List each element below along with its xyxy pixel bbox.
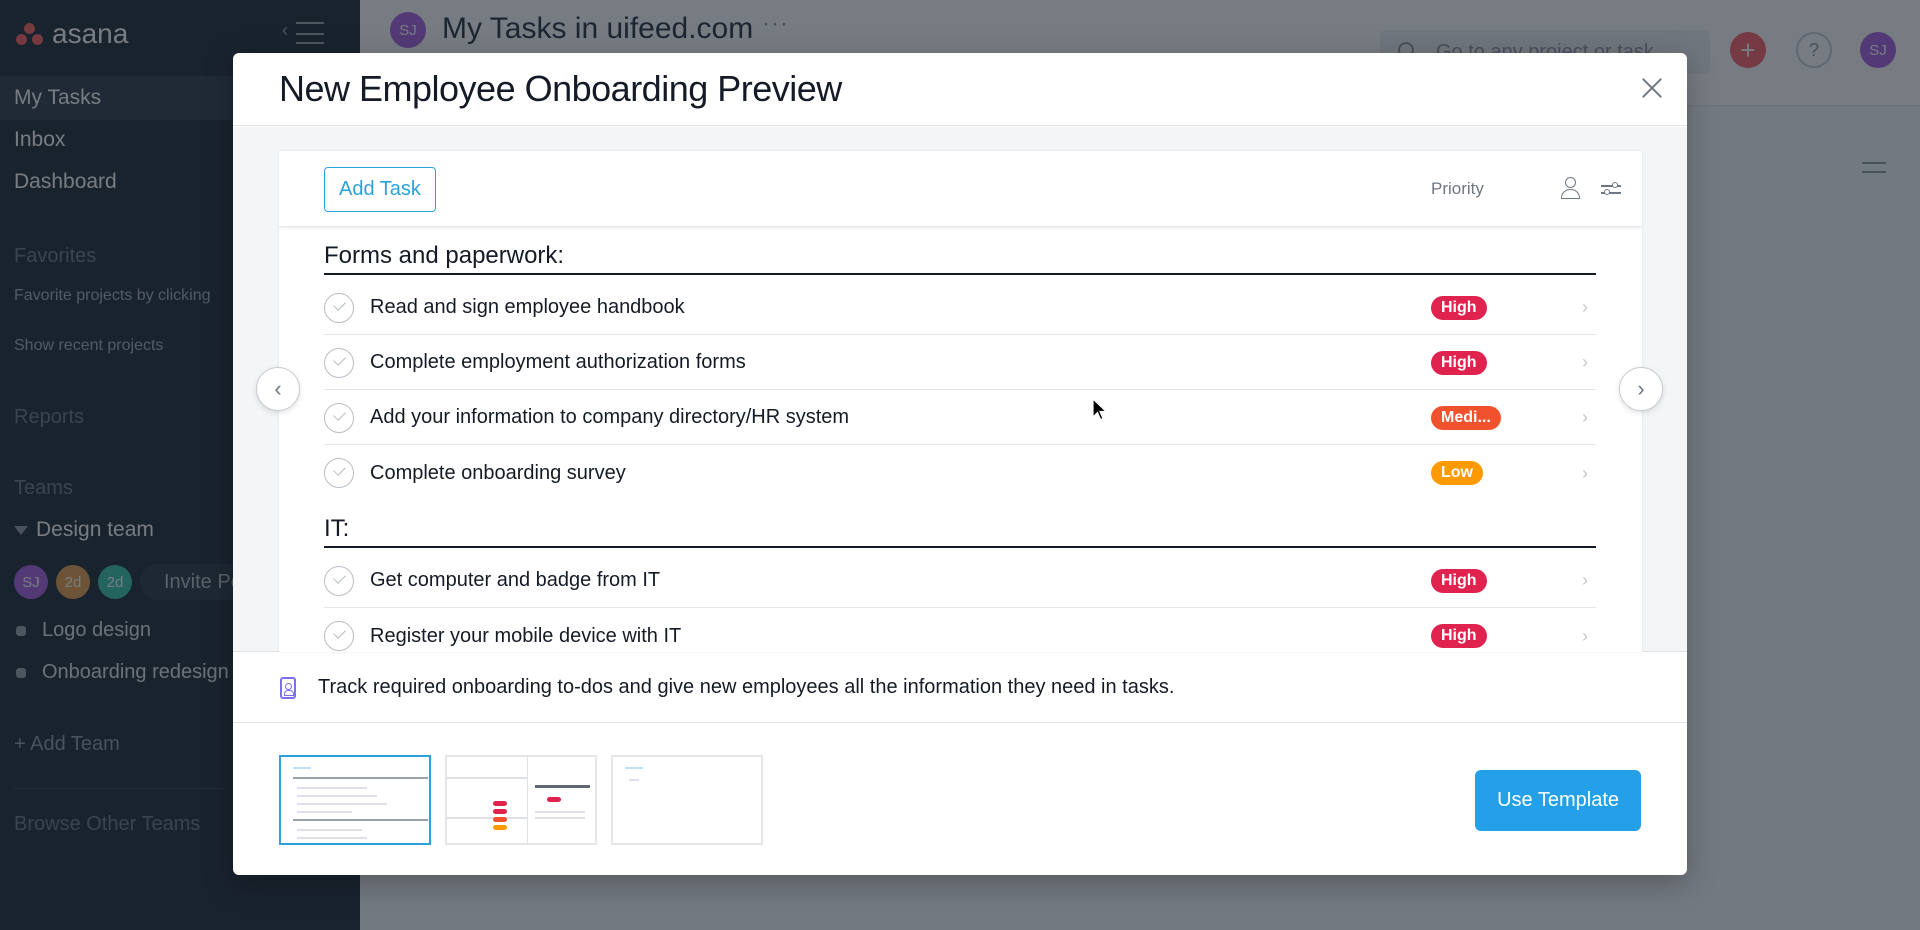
task-row[interactable]: Complete employment authorization forms … (324, 336, 1596, 390)
thumbnail-list-view[interactable] (279, 755, 431, 845)
task-name: Register your mobile device with IT (370, 624, 682, 647)
template-description: Track required onboarding to-dos and giv… (233, 653, 1687, 723)
task-name: Complete onboarding survey (370, 461, 626, 484)
preview-thumbnails (279, 755, 763, 845)
chevron-right-icon[interactable]: › (1582, 463, 1588, 484)
priority-badge: High (1431, 568, 1487, 593)
checkmark-circle-icon[interactable] (324, 621, 354, 651)
chevron-right-icon[interactable]: › (1582, 352, 1588, 373)
checkmark-circle-icon[interactable] (324, 565, 354, 596)
use-template-button[interactable]: Use Template (1475, 770, 1641, 831)
sliders-icon[interactable] (1601, 181, 1621, 197)
preview-card: Add Task Priority Forms and paperwork: R… (279, 151, 1642, 652)
priority-badge: High (1431, 624, 1487, 648)
chevron-right-icon[interactable]: › (1582, 407, 1588, 428)
task-row[interactable]: Complete onboarding survey Low › (324, 446, 1596, 500)
section-header: Forms and paperwork: (324, 239, 1596, 275)
section-header: IT: (324, 512, 1596, 548)
person-icon[interactable] (1559, 177, 1581, 201)
checkmark-circle-icon[interactable] (324, 292, 354, 323)
task-name: Read and sign employee handbook (370, 296, 685, 318)
priority-badge: High (1431, 295, 1487, 320)
checkmark-circle-icon[interactable] (324, 347, 354, 378)
thumbnail-board[interactable] (611, 755, 763, 845)
checkmark-circle-icon[interactable] (324, 402, 354, 433)
preview-area: Add Task Priority Forms and paperwork: R… (233, 127, 1687, 652)
previous-slide-button[interactable]: ‹ (256, 367, 300, 411)
task-row[interactable]: Read and sign employee handbook High › (324, 281, 1596, 335)
id-badge-icon (280, 676, 296, 699)
modal-title: New Employee Onboarding Preview (279, 68, 842, 109)
task-row[interactable]: Add your information to company director… (324, 391, 1596, 445)
thumbnail-task-detail[interactable] (445, 755, 597, 845)
next-slide-button[interactable]: › (1619, 367, 1663, 411)
task-name: Get computer and badge from IT (370, 569, 661, 591)
chevron-right-icon[interactable]: › (1582, 626, 1588, 647)
close-icon[interactable] (1637, 73, 1667, 103)
priority-badge: High (1431, 350, 1487, 375)
chevron-right-icon: › (1637, 376, 1645, 401)
task-row[interactable]: Register your mobile device with IT High… (324, 609, 1596, 652)
priority-badge: Low (1431, 461, 1483, 485)
chevron-right-icon[interactable]: › (1582, 570, 1588, 591)
priority-column-header[interactable]: Priority (1431, 179, 1484, 199)
priority-badge: Medi... (1431, 405, 1501, 430)
description-text: Track required onboarding to-dos and giv… (318, 676, 1175, 698)
modal-header: New Employee Onboarding Preview (233, 53, 1687, 126)
task-row[interactable]: Get computer and badge from IT High › (324, 554, 1596, 608)
preview-toolbar: Add Task Priority (279, 151, 1642, 227)
task-name: Add your information to company director… (370, 406, 850, 428)
chevron-left-icon: ‹ (274, 376, 282, 401)
template-preview-modal: New Employee Onboarding Preview Add Task… (233, 53, 1687, 875)
task-name: Complete employment authorization forms (370, 351, 746, 373)
add-task-button[interactable]: Add Task (324, 167, 436, 212)
checkmark-circle-icon[interactable] (324, 458, 354, 488)
chevron-right-icon[interactable]: › (1582, 297, 1588, 318)
